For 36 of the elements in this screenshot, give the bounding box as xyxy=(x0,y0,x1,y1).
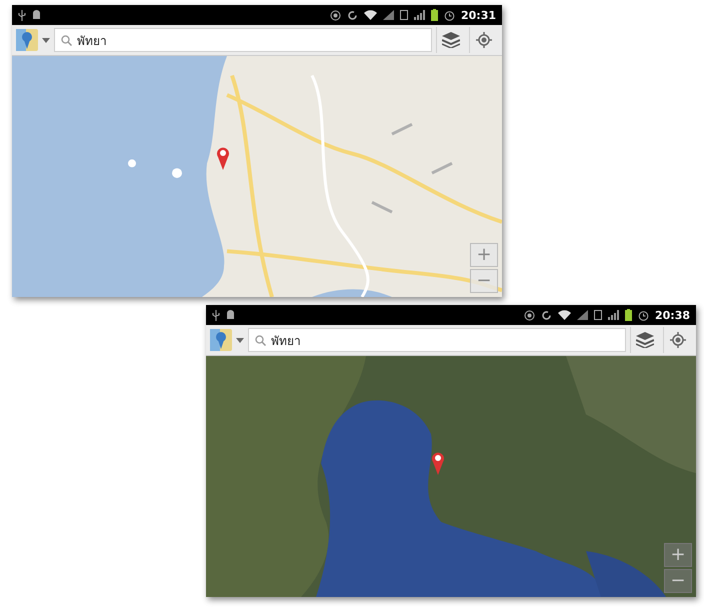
zoom-button[interactable]: − xyxy=(470,269,498,293)
gps-icon xyxy=(524,310,535,320)
signal-icon xyxy=(608,310,619,320)
sync-icon xyxy=(346,10,358,20)
search-field[interactable]: พัทยา xyxy=(54,28,432,52)
alarm-icon xyxy=(638,310,649,320)
usb-icon xyxy=(212,310,220,320)
clock: 20:38 xyxy=(654,308,690,322)
battery-icon xyxy=(430,9,438,21)
alarm-icon xyxy=(444,10,455,20)
signal-icon xyxy=(576,310,588,320)
zoom-button[interactable]: + xyxy=(664,543,692,567)
gps-icon xyxy=(330,10,341,20)
map-app-icon[interactable] xyxy=(210,329,232,351)
usb-icon xyxy=(18,10,26,20)
map-pin-icon[interactable] xyxy=(431,451,445,475)
my-location-icon[interactable] xyxy=(670,332,686,348)
search-field[interactable]: พัทยา xyxy=(248,328,626,352)
sync-icon xyxy=(540,310,552,320)
clock: 20:31 xyxy=(460,8,496,22)
layers-icon[interactable] xyxy=(442,32,460,48)
map-pin-icon[interactable] xyxy=(216,146,230,170)
zoom-button[interactable]: − xyxy=(664,569,692,593)
zoom-button[interactable]: + xyxy=(470,243,498,267)
search-icon xyxy=(61,34,72,46)
caret-icon[interactable] xyxy=(236,338,244,342)
my-location-icon[interactable] xyxy=(476,32,492,48)
signal-icon xyxy=(414,10,425,20)
search-icon xyxy=(255,334,266,346)
signal-icon xyxy=(382,10,394,20)
battery-icon xyxy=(624,309,632,321)
wifi-icon xyxy=(364,10,377,20)
caret-icon[interactable] xyxy=(42,38,50,42)
wifi-icon xyxy=(558,310,571,320)
map-app-icon[interactable] xyxy=(16,29,38,51)
layers-icon[interactable] xyxy=(636,332,654,348)
